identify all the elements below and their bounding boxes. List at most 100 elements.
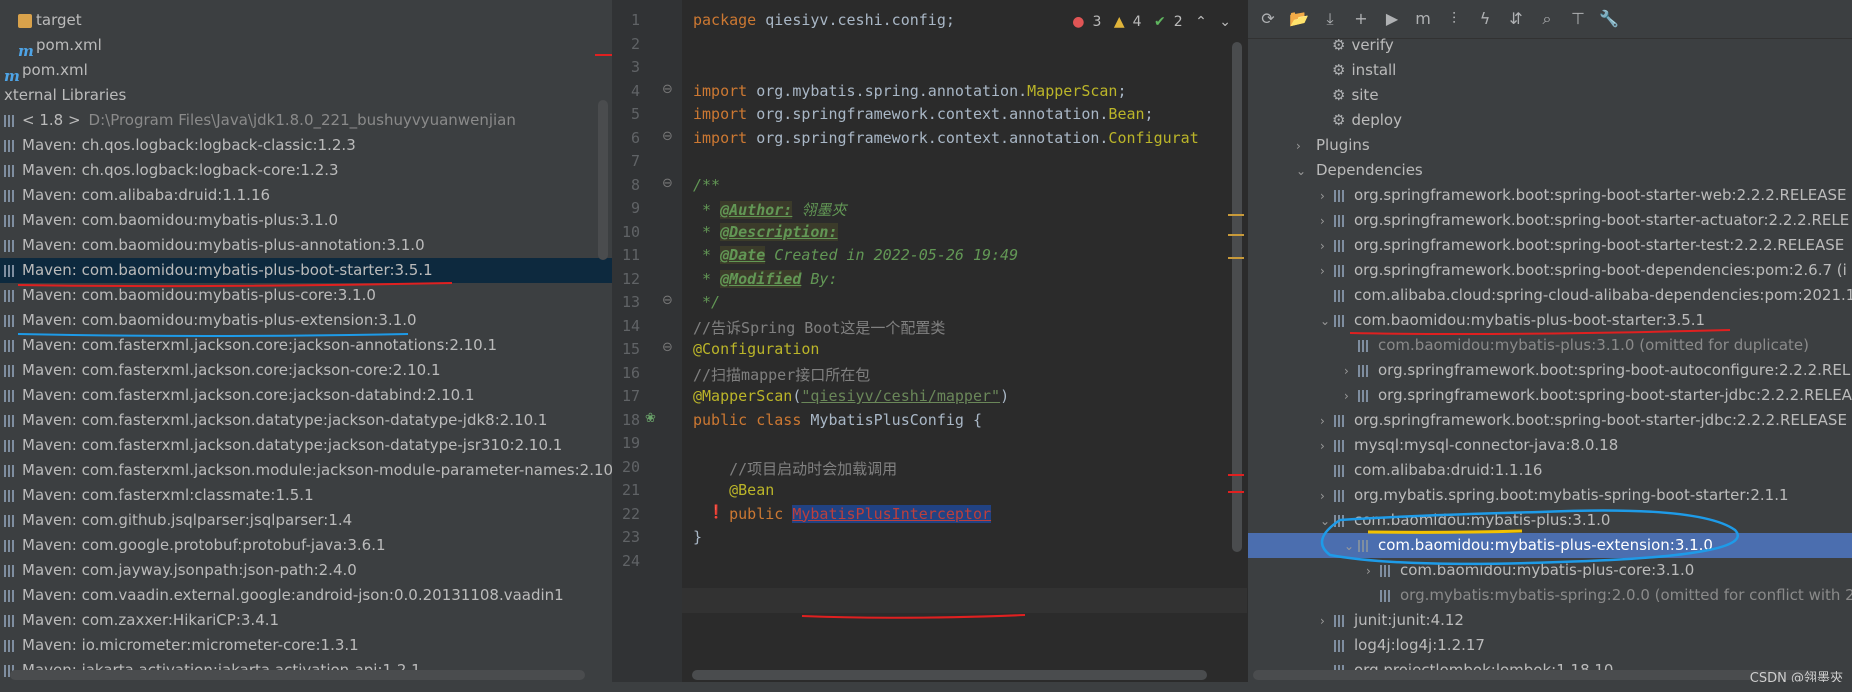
chevron-right-icon[interactable]: › <box>1320 409 1334 434</box>
project-tree-item[interactable]: Maven: com.fasterxml.jackson.module:jack… <box>0 458 612 483</box>
chevron-right-icon[interactable]: › <box>1320 209 1334 234</box>
maven-toolbar-button[interactable]: ⟳ <box>1258 9 1278 29</box>
project-horizontal-scrollbar[interactable] <box>10 670 585 680</box>
code-line[interactable]: } <box>693 528 702 546</box>
editor-vertical-scrollbar[interactable] <box>1232 42 1242 552</box>
project-tree-item[interactable]: Maven: ch.qos.logback:logback-classic:1.… <box>0 133 612 158</box>
maven-horizontal-scrollbar[interactable] <box>1253 670 1813 680</box>
maven-tree-item[interactable]: ⌄ com.baomidou:mybatis-plus-extension:3.1… <box>1248 533 1852 558</box>
code-line[interactable]: * @Date Created in 2022-05-26 19:49 <box>693 246 1018 264</box>
chevron-right-icon[interactable]: › <box>1320 609 1334 634</box>
project-tree-item[interactable]: Maven: com.fasterxml:classmate:1.5.1 <box>0 483 612 508</box>
project-tree-item[interactable]: Maven: ch.qos.logback:logback-core:1.2.3 <box>0 158 612 183</box>
chevron-down-icon[interactable]: ⌄ <box>1320 309 1334 334</box>
maven-toolbar-button[interactable]: + <box>1351 9 1371 29</box>
project-tree-item[interactable]: Maven: com.baomidou:mybatis-plus-annotat… <box>0 233 612 258</box>
fold-icon[interactable]: ⊖ <box>662 293 673 308</box>
maven-tree-item[interactable]: ⚙ site <box>1248 83 1852 108</box>
maven-tree-item[interactable]: › junit:junit:4.12 <box>1248 608 1852 633</box>
maven-tree-item[interactable]: › org.mybatis.spring.boot:mybatis-spring-… <box>1248 483 1852 508</box>
project-tree-item[interactable]: Maven: com.fasterxml.jackson.core:jackso… <box>0 333 612 358</box>
project-tree-item[interactable]: < 1.8 > D:\Program Files\Java\jdk1.8.0_22… <box>0 108 612 133</box>
maven-tree-item[interactable]: log4j:log4j:1.2.17 <box>1248 633 1852 658</box>
fold-icon[interactable]: ⊖ <box>662 82 673 97</box>
project-tree-item[interactable]: Maven: io.micrometer:micrometer-core:1.3… <box>0 633 612 658</box>
code-line[interactable]: //告诉Spring Boot这是一个配置类 <box>693 317 945 338</box>
editor-horizontal-scrollbar[interactable] <box>692 670 1207 680</box>
project-tree-item[interactable]: Maven: com.baomidou:mybatis-plus-extensi… <box>0 308 612 333</box>
code-line[interactable]: @Configuration <box>693 340 819 358</box>
code-line[interactable]: @MapperScan("qiesiyv/ceshi/mapper") <box>693 387 1009 405</box>
code-line[interactable]: * @Author: 翎墨㚒 <box>693 199 846 220</box>
chevron-right-icon[interactable]: › <box>1344 384 1358 409</box>
code-line[interactable]: import org.springframework.context.annot… <box>693 105 1154 123</box>
code-line[interactable]: @Bean <box>693 481 774 499</box>
project-tree-item[interactable]: Maven: com.alibaba:druid:1.1.16 <box>0 183 612 208</box>
chevron-right-icon[interactable]: › <box>1366 559 1380 584</box>
maven-tree-item[interactable]: ⌄ com.baomidou:mybatis-plus:3.1.0 <box>1248 508 1852 533</box>
project-tree-item[interactable]: Maven: com.google.protobuf:protobuf-java… <box>0 533 612 558</box>
maven-tree-item[interactable]: com.alibaba.cloud:spring-cloud-alibaba-d… <box>1248 283 1852 308</box>
maven-toolbar-button[interactable]: ▶ <box>1382 9 1402 29</box>
chevron-right-icon[interactable]: › <box>1320 259 1334 284</box>
maven-tree-item[interactable]: › org.springframework.boot:spring-boot-st… <box>1248 208 1852 233</box>
project-tree-item[interactable]: target <box>0 8 612 33</box>
code-line[interactable]: //项目启动时会加载调用 <box>693 458 897 479</box>
project-tree-item[interactable]: Maven: com.jayway.jsonpath:json-path:2.4… <box>0 558 612 583</box>
maven-tree-item[interactable]: ⚙ verify <box>1248 33 1852 58</box>
code-line[interactable]: */ <box>693 293 720 311</box>
chevron-down-icon[interactable]: ⌄ <box>1344 534 1358 559</box>
maven-tree-item[interactable]: › org.springframework.boot:spring-boot-de… <box>1248 258 1852 283</box>
maven-toolbar-button[interactable]: ⊤ <box>1568 9 1588 29</box>
maven-tree-item[interactable]: › org.springframework.boot:spring-boot-st… <box>1248 383 1852 408</box>
fold-icon[interactable]: ⊖ <box>662 129 673 144</box>
chevron-down-icon[interactable]: ⌄ <box>1296 159 1310 184</box>
maven-toolbar-button[interactable]: ⤓ <box>1320 9 1340 29</box>
chevron-right-icon[interactable]: › <box>1344 359 1358 384</box>
project-tree-item[interactable]: m pom.xml <box>0 58 612 85</box>
maven-tree-item[interactable]: › mysql:mysql-connector-java:8.0.18 <box>1248 433 1852 458</box>
code-line[interactable]: * @Description: <box>693 222 838 241</box>
maven-tree-item[interactable]: › org.springframework.boot:spring-boot-st… <box>1248 408 1852 433</box>
maven-toolbar-button[interactable]: ϟ <box>1475 9 1495 29</box>
chevron-down-icon[interactable]: ⌄ <box>1219 14 1231 30</box>
chevron-up-icon[interactable]: ⌃ <box>1195 14 1207 30</box>
project-tree-item[interactable]: m pom.xml <box>0 33 612 60</box>
maven-tree-item[interactable]: ⚙ install <box>1248 58 1852 83</box>
project-tree-item[interactable]: Maven: com.fasterxml.jackson.core:jackso… <box>0 383 612 408</box>
maven-tree-item[interactable]: › org.springframework.boot:spring-boot-st… <box>1248 183 1852 208</box>
code-line[interactable]: //扫描mapper接口所在包 <box>693 364 870 385</box>
project-tree-item[interactable]: Maven: com.fasterxml.jackson.datatype:ja… <box>0 408 612 433</box>
project-tree-item[interactable]: xternal Libraries <box>0 83 612 108</box>
chevron-right-icon[interactable]: › <box>1320 484 1334 509</box>
spring-bean-icon[interactable]: ❀ <box>645 411 656 426</box>
maven-tree-item[interactable]: › org.springframework.boot:spring-boot-st… <box>1248 233 1852 258</box>
error-bulb-icon[interactable]: ❗ <box>708 505 724 520</box>
project-tree-item[interactable]: Maven: com.baomidou:mybatis-plus:3.1.0 <box>0 208 612 233</box>
project-tree-item[interactable]: Maven: com.fasterxml.jackson.datatype:ja… <box>0 433 612 458</box>
maven-tree-item[interactable]: ⌄ com.baomidou:mybatis-plus-boot-starter:… <box>1248 308 1852 333</box>
chevron-right-icon[interactable]: › <box>1320 434 1334 459</box>
inspection-widget[interactable]: ● 3 ▲ 4 ✔ 2 ⌃ ⌄ <box>1064 14 1231 30</box>
maven-tree-item[interactable]: com.alibaba:druid:1.1.16 <box>1248 458 1852 483</box>
project-tree-item[interactable]: Maven: com.baomidou:mybatis-plus-core:3.… <box>0 283 612 308</box>
maven-tree-item[interactable]: com.baomidou:mybatis-plus:3.1.0 (omitted… <box>1248 333 1852 358</box>
maven-toolbar-button[interactable]: 📂 <box>1289 9 1309 29</box>
code-line[interactable]: import org.mybatis.spring.annotation.Map… <box>693 82 1127 100</box>
chevron-down-icon[interactable]: ⌄ <box>1320 509 1334 534</box>
chevron-right-icon[interactable]: › <box>1320 184 1334 209</box>
maven-toolbar-button[interactable]: ⫶ <box>1444 9 1464 29</box>
project-tree-item[interactable]: Maven: com.github.jsqlparser:jsqlparser:… <box>0 508 612 533</box>
maven-tree-item[interactable]: ⌄ Dependencies <box>1248 158 1852 183</box>
fold-icon[interactable]: ⊖ <box>662 340 673 355</box>
project-tree-item[interactable]: Maven: com.zaxxer:HikariCP:3.4.1 <box>0 608 612 633</box>
code-line[interactable]: public class MybatisPlusConfig { <box>693 411 982 429</box>
maven-toolbar-button[interactable]: ⇵ <box>1506 9 1526 29</box>
maven-toolbar-button[interactable]: m <box>1413 9 1433 29</box>
project-tree-item[interactable]: Maven: com.fasterxml.jackson.core:jackso… <box>0 358 612 383</box>
code-line[interactable]: import org.springframework.context.annot… <box>693 129 1199 147</box>
code-line[interactable]: package qiesiyv.ceshi.config; <box>693 11 955 29</box>
maven-toolbar-button[interactable]: 🔧 <box>1599 9 1619 29</box>
project-vertical-scrollbar[interactable] <box>598 100 608 260</box>
maven-tree-item[interactable]: org.mybatis:mybatis-spring:2.0.0 (omitte… <box>1248 583 1852 608</box>
